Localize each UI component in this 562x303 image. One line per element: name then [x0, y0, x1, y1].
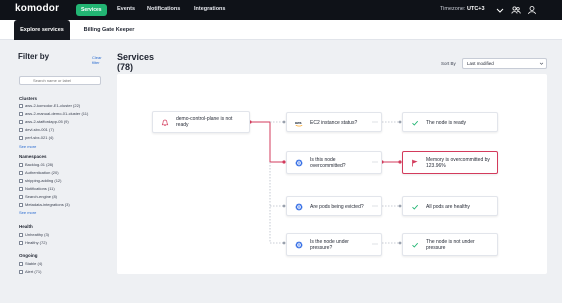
more-options-icon[interactable]: ⋯ — [372, 152, 378, 173]
flow-node-ec2-check[interactable]: aws EC2 instance status? ⋯ — [286, 112, 382, 132]
checkbox[interactable] — [19, 261, 23, 266]
filter-option-cluster[interactable]: devl-sbx-001 (7) — [19, 127, 54, 132]
user-account-icon[interactable] — [527, 5, 537, 15]
flow-node-text: demo-control-plane is not ready — [176, 116, 233, 128]
users-icon[interactable] — [511, 5, 521, 15]
filter-option-ongoing[interactable]: Stable (4) — [19, 261, 42, 266]
checkbox[interactable] — [19, 202, 23, 207]
flow-node-root-issue[interactable]: demo-control-plane is not ready — [152, 111, 250, 133]
more-options-icon[interactable]: ⋯ — [372, 113, 378, 131]
komodor-logo[interactable]: komodor — [15, 3, 59, 14]
nav-services-button[interactable]: Services — [76, 4, 107, 16]
checkbox[interactable] — [19, 269, 23, 274]
filter-option-health[interactable]: Unhealthy (3) — [19, 232, 49, 237]
flow-node-text: Is this node overcommitted? — [310, 157, 346, 169]
checkbox[interactable] — [19, 232, 23, 237]
filter-title: Filter by — [18, 52, 50, 61]
checkbox[interactable] — [19, 240, 23, 245]
clear-filter-link[interactable]: Clear filter — [92, 55, 104, 65]
flow-node-text: EC2 instance status? — [310, 120, 358, 126]
flow-node-text: Is the node under pressure? — [310, 239, 349, 251]
tab-billing-gate-keeper[interactable]: Billing Gate Keeper — [74, 20, 144, 40]
flow-node-text: Are pods being evicted? — [310, 204, 364, 210]
flow-node-text: All pods are healthy — [426, 204, 470, 210]
more-options-icon[interactable]: ⋯ — [372, 234, 378, 255]
kubernetes-icon — [295, 203, 303, 211]
service-search-input[interactable] — [19, 76, 101, 85]
flow-node-text: The node is ready — [426, 120, 467, 126]
filter-option-namespace[interactable]: Notifications (11) — [19, 186, 55, 191]
filter-option-namespace[interactable]: Metadata-integrations (3) — [19, 202, 70, 207]
svg-text:aws: aws — [295, 121, 302, 125]
flow-node-pods-evicted-question[interactable]: Are pods being evicted? ⋯ — [286, 196, 382, 216]
checkbox[interactable] — [19, 186, 23, 191]
flow-node-memory-overcommitted-alert[interactable]: Memory is overcommitted by 123.96% — [402, 151, 498, 174]
tab-explore-services[interactable]: Explore services — [14, 20, 70, 40]
bell-icon — [161, 119, 169, 126]
timezone-select[interactable]: UTC+3 — [467, 6, 485, 12]
checkbox[interactable] — [19, 162, 23, 167]
check-icon — [412, 120, 419, 126]
namespaces-see-more-link[interactable]: See more — [19, 210, 36, 215]
filter-option-namespace[interactable]: Backlog-01 (28) — [19, 162, 53, 167]
filter-option-cluster[interactable]: aws-2-komodor-E1-cluster (22) — [19, 103, 80, 108]
top-navigation-bar: komodor Services Events Notifications In… — [0, 0, 562, 20]
clusters-section-title: Clusters — [19, 96, 38, 101]
page-tab-bar: Explore services Billing Gate Keeper — [0, 20, 562, 40]
check-icon — [412, 204, 419, 210]
services-count: (78) — [117, 62, 134, 72]
more-options-icon[interactable]: ⋯ — [372, 197, 378, 215]
flag-icon — [412, 159, 418, 167]
ongoing-section-title: Ongoing — [19, 253, 38, 258]
filter-option-ongoing[interactable]: Alert (71) — [19, 269, 41, 274]
filter-option-namespace[interactable]: Authentication (20) — [19, 170, 59, 175]
checkbox[interactable] — [19, 111, 23, 116]
filter-option-health[interactable]: Healthy (72) — [19, 240, 47, 245]
checkbox[interactable] — [19, 178, 23, 183]
timezone-label: Timezone: — [440, 6, 466, 12]
chevron-down-icon[interactable] — [495, 5, 505, 15]
checkbox[interactable] — [19, 103, 23, 108]
check-icon — [412, 242, 419, 248]
sort-by-select[interactable]: Last modified — [462, 58, 547, 69]
filter-option-cluster[interactable]: aws-2-staffordapp-05 (9) — [19, 119, 69, 124]
nav-events-link[interactable]: Events — [117, 6, 135, 12]
health-section-title: Health — [19, 224, 33, 229]
filter-option-namespace[interactable]: shipping-adding (12) — [19, 178, 61, 183]
page-title: Services — [117, 52, 155, 62]
flow-node-overcommitted-question[interactable]: Is this node overcommitted? ⋯ — [286, 151, 382, 174]
filter-option-namespace[interactable]: Search-engine (8) — [19, 194, 57, 199]
checkbox[interactable] — [19, 135, 23, 140]
aws-icon: aws — [295, 121, 303, 127]
flow-node-not-under-pressure[interactable]: The node is not under pressure — [402, 233, 498, 256]
checkbox[interactable] — [19, 170, 23, 175]
checkbox[interactable] — [19, 194, 23, 199]
clusters-see-more-link[interactable]: See more — [19, 144, 36, 149]
flow-node-pods-healthy[interactable]: All pods are healthy — [402, 196, 498, 216]
flow-node-pressure-question[interactable]: Is the node under pressure? ⋯ — [286, 233, 382, 256]
nav-integrations-link[interactable]: Integrations — [194, 6, 225, 12]
kubernetes-icon — [295, 241, 303, 249]
chevron-down-icon[interactable] — [539, 61, 544, 66]
namespaces-section-title: Namespaces — [19, 154, 47, 159]
flow-node-text: Memory is overcommitted by 123.96% — [426, 157, 490, 169]
flow-node-node-ready[interactable]: The node is ready — [402, 112, 498, 132]
flow-node-text: The node is not under pressure — [426, 239, 475, 251]
checkbox[interactable] — [19, 119, 23, 124]
checkbox[interactable] — [19, 127, 23, 132]
filter-option-cluster[interactable]: perf-sbx-021 (4) — [19, 135, 53, 140]
filter-option-cluster[interactable]: aws-2-manual-demo-01-cluster (11) — [19, 111, 88, 116]
kubernetes-icon — [295, 159, 303, 167]
nav-notifications-link[interactable]: Notifications — [147, 6, 180, 12]
sort-by-label: Sort By — [441, 61, 456, 66]
